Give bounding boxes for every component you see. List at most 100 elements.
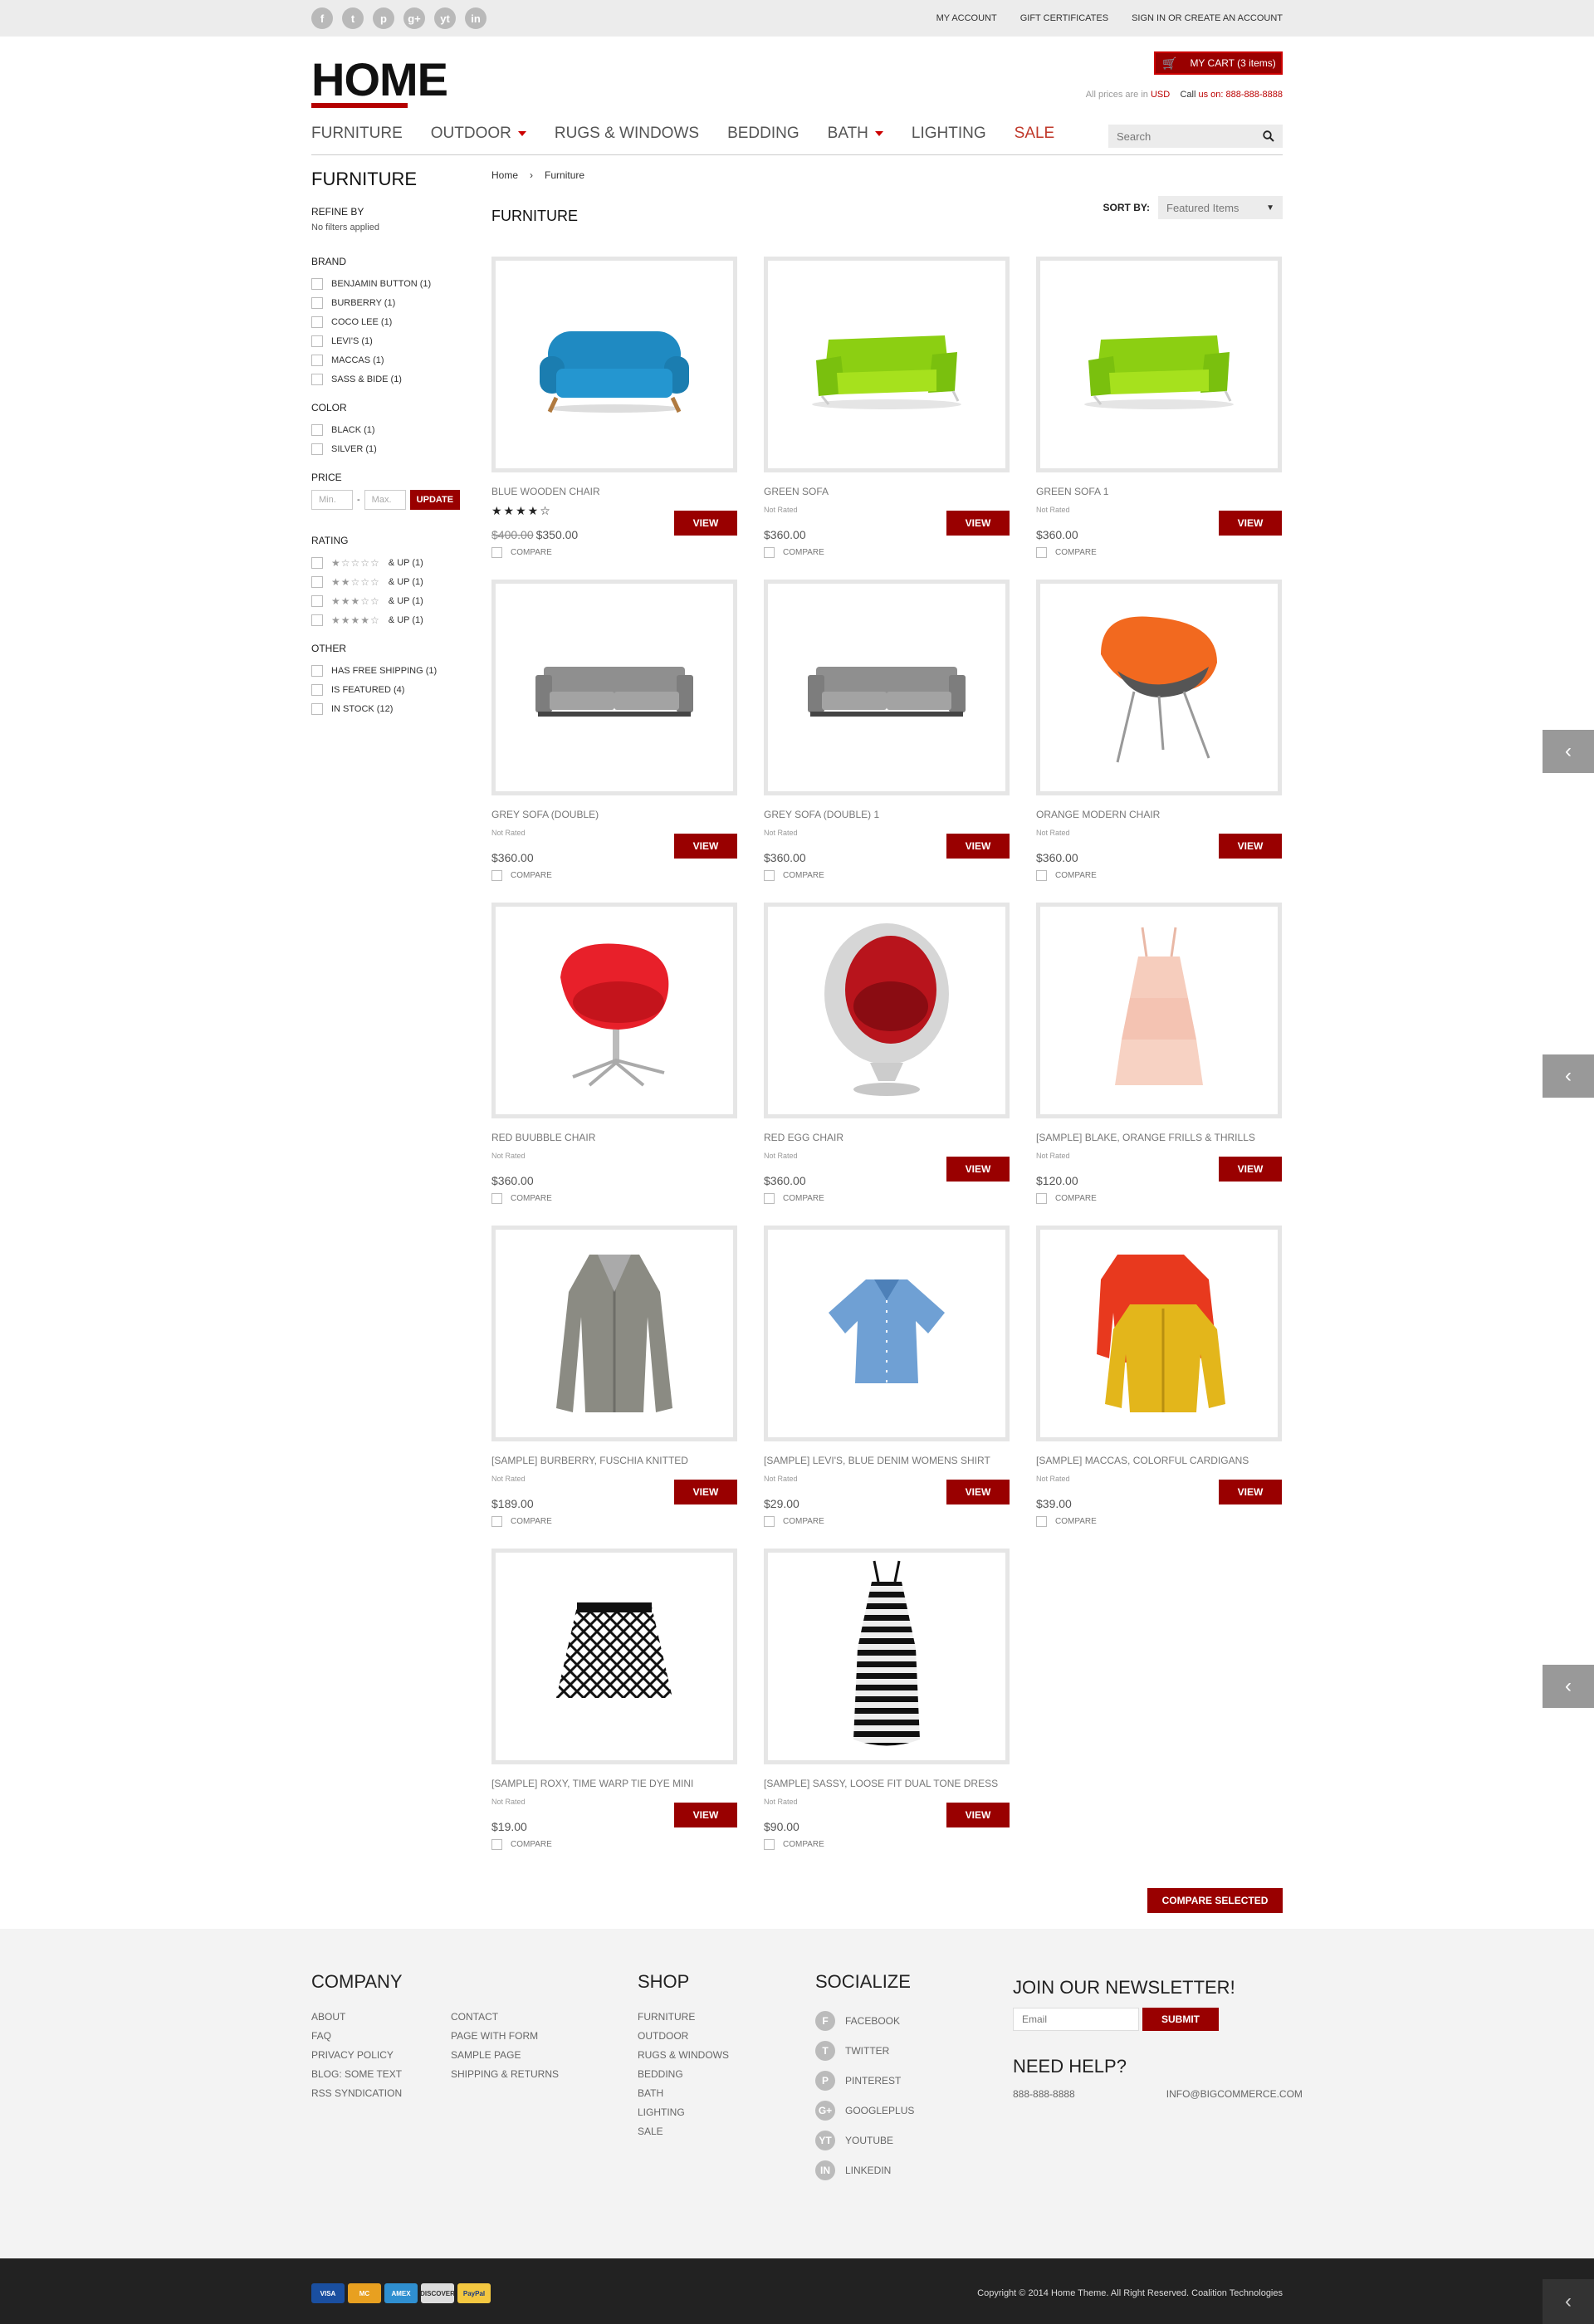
footer-link[interactable]: SAMPLE PAGE — [451, 2049, 559, 2068]
facet-item[interactable]: IS FEATURED (4) — [311, 680, 477, 699]
checkbox[interactable] — [1036, 1516, 1047, 1527]
checkbox[interactable] — [311, 575, 323, 588]
compare-checkbox[interactable]: COMPARE — [491, 1516, 552, 1527]
twitter-icon[interactable]: t — [342, 7, 364, 29]
product-name[interactable]: [SAMPLE] LEVI'S, BLUE DENIM WOMENS SHIRT — [764, 1455, 990, 1466]
nav-item-lighting[interactable]: LIGHTING — [912, 125, 986, 143]
nav-item-sale[interactable]: SALE — [1015, 125, 1055, 143]
product-card[interactable]: [SAMPLE] MACCAS, COLORFUL CARDIGANS Not R… — [1036, 1226, 1282, 1533]
checkbox[interactable] — [311, 335, 323, 347]
product-card[interactable]: GREEN SOFA 1 Not Rated $360.00 VIEW COMPARE — [1036, 257, 1282, 564]
view-button[interactable]: VIEW — [946, 511, 1010, 536]
submit-button[interactable]: SUBMIT — [1142, 2008, 1219, 2031]
checkbox[interactable] — [311, 614, 323, 626]
facet-item[interactable]: COCO LEE (1) — [311, 312, 477, 331]
checkbox[interactable] — [311, 664, 323, 677]
update-price-button[interactable]: UPDATE — [409, 490, 461, 510]
product-image[interactable] — [491, 903, 737, 1118]
footer-link[interactable]: BEDDING — [638, 2068, 729, 2087]
product-card[interactable]: RED EGG CHAIR Not Rated $360.00 VIEW COMPARE — [764, 903, 1010, 1210]
view-button[interactable]: VIEW — [1219, 511, 1282, 536]
checkbox[interactable] — [764, 547, 775, 558]
nav-item-outdoor[interactable]: OUTDOOR — [431, 125, 526, 143]
checkbox[interactable] — [764, 870, 775, 881]
checkbox[interactable] — [491, 1839, 502, 1850]
side-tab-arrow[interactable]: ‹ — [1543, 1054, 1594, 1098]
facebook-icon[interactable]: f — [311, 7, 333, 29]
currency-code[interactable]: USD — [1151, 90, 1170, 100]
footer-link[interactable]: RUGS & WINDOWS — [638, 2049, 729, 2068]
price-max-input[interactable]: Max. — [364, 490, 406, 510]
product-image[interactable] — [1036, 903, 1282, 1118]
sort-select[interactable]: Featured Items ▼ — [1158, 196, 1283, 219]
checkbox[interactable] — [311, 443, 323, 455]
product-name[interactable]: GREEN SOFA — [764, 486, 829, 497]
search-input[interactable]: Search — [1108, 125, 1283, 148]
linkedin-icon[interactable]: in — [465, 7, 487, 29]
product-image[interactable] — [764, 580, 1010, 795]
view-button[interactable]: VIEW — [946, 1803, 1010, 1827]
view-button[interactable]: VIEW — [946, 1157, 1010, 1182]
checkbox[interactable] — [311, 277, 323, 290]
product-image[interactable] — [1036, 1226, 1282, 1441]
product-name[interactable]: [SAMPLE] SASSY, LOOSE FIT DUAL TONE DRES… — [764, 1778, 998, 1789]
facet-item[interactable]: HAS FREE SHIPPING (1) — [311, 661, 477, 680]
product-card[interactable]: [SAMPLE] SASSY, LOOSE FIT DUAL TONE DRES… — [764, 1549, 1010, 1856]
view-button[interactable]: VIEW — [674, 1803, 737, 1827]
product-image[interactable] — [1036, 257, 1282, 472]
product-image[interactable] — [764, 257, 1010, 472]
social-link-googleplus[interactable]: g+ GOOGLEPLUS — [815, 2096, 914, 2126]
my-account-link[interactable]: MY ACCOUNT — [936, 13, 997, 23]
footer-link[interactable]: SHIPPING & RETURNS — [451, 2068, 559, 2087]
compare-checkbox[interactable]: COMPARE — [1036, 1516, 1097, 1527]
checkbox[interactable] — [311, 423, 323, 436]
product-image[interactable] — [1036, 580, 1282, 795]
product-image[interactable] — [764, 1226, 1010, 1441]
checkbox[interactable] — [764, 1193, 775, 1204]
phone-number[interactable]: 888-888-8888 — [1225, 90, 1283, 100]
social-link-youtube[interactable]: yt YOUTUBE — [815, 2126, 914, 2155]
checkbox[interactable] — [1036, 547, 1047, 558]
product-image[interactable] — [491, 257, 737, 472]
product-name[interactable]: [SAMPLE] BURBERRY, FUSCHIA KNITTED — [491, 1455, 688, 1466]
checkbox[interactable] — [311, 316, 323, 328]
facet-item[interactable]: BURBERRY (1) — [311, 293, 477, 312]
product-name[interactable]: RED EGG CHAIR — [764, 1132, 843, 1143]
product-card[interactable]: [SAMPLE] ROXY, TIME WARP TIE DYE MINI Not… — [491, 1549, 737, 1856]
nav-item-furniture[interactable]: FURNITURE — [311, 125, 403, 143]
gift-certificates-link[interactable]: GIFT CERTIFICATES — [1020, 13, 1108, 23]
footer-link[interactable]: OUTDOOR — [638, 2030, 729, 2049]
checkbox[interactable] — [311, 373, 323, 385]
social-link-twitter[interactable]: t TWITTER — [815, 2036, 914, 2066]
facet-item[interactable]: ★★☆☆☆ & UP (1) — [311, 572, 477, 591]
nav-item-rugs-windows[interactable]: RUGS & WINDOWS — [555, 125, 699, 143]
product-name[interactable]: [SAMPLE] ROXY, TIME WARP TIE DYE MINI — [491, 1778, 693, 1789]
checkbox[interactable] — [311, 296, 323, 309]
checkbox[interactable] — [491, 1193, 502, 1204]
help-email[interactable]: INFO@BIGCOMMERCE.COM — [1166, 2088, 1303, 2100]
compare-checkbox[interactable]: COMPARE — [764, 870, 824, 881]
footer-link[interactable]: BLOG: SOME TEXT — [311, 2068, 402, 2087]
breadcrumb-home[interactable]: Home — [491, 169, 518, 181]
view-button[interactable]: VIEW — [946, 834, 1010, 859]
checkbox[interactable] — [311, 354, 323, 366]
footer-link[interactable]: BATH — [638, 2087, 729, 2106]
site-logo[interactable]: HOME — [311, 55, 448, 105]
compare-checkbox[interactable]: COMPARE — [491, 1839, 552, 1850]
compare-checkbox[interactable]: COMPARE — [764, 1839, 824, 1850]
pinterest-icon[interactable]: p — [373, 7, 394, 29]
checkbox[interactable] — [491, 547, 502, 558]
product-name[interactable]: GREY SOFA (DOUBLE) 1 — [764, 809, 879, 820]
product-image[interactable] — [491, 1226, 737, 1441]
footer-link[interactable]: FURNITURE — [638, 2011, 729, 2030]
view-button[interactable]: VIEW — [674, 511, 737, 536]
social-link-linkedin[interactable]: in LINKEDIN — [815, 2155, 914, 2185]
facet-item[interactable]: ★★★★☆ & UP (1) — [311, 610, 477, 629]
cart-button[interactable]: 🛒 MY CART (3 items) — [1154, 51, 1283, 75]
view-button[interactable]: VIEW — [946, 1480, 1010, 1504]
compare-selected-button[interactable]: COMPARE SELECTED — [1147, 1888, 1283, 1913]
checkbox[interactable] — [1036, 870, 1047, 881]
product-card[interactable]: ORANGE MODERN CHAIR Not Rated $360.00 VIEW C… — [1036, 580, 1282, 887]
product-name[interactable]: ORANGE MODERN CHAIR — [1036, 809, 1160, 820]
checkbox[interactable] — [311, 594, 323, 607]
